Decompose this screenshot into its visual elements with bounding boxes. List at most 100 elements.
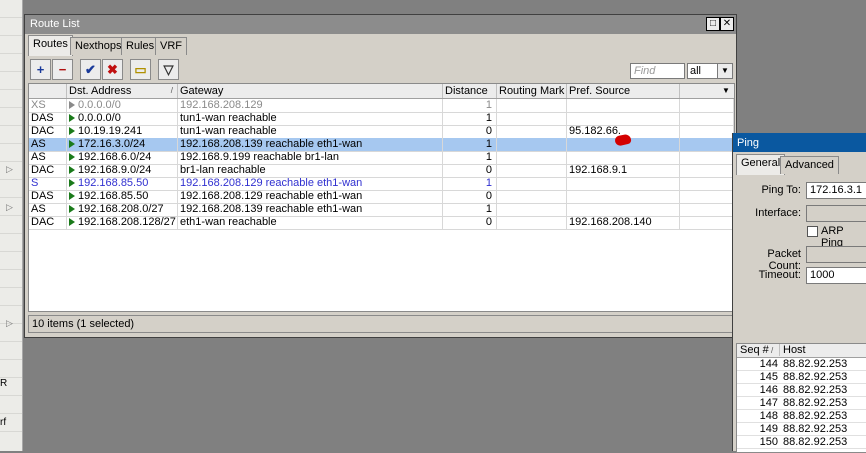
disable-icon[interactable]: ✖ — [102, 59, 123, 80]
background-row — [0, 252, 22, 270]
cell-mark — [497, 177, 567, 190]
tab-routes[interactable]: Routes — [28, 35, 73, 56]
remove-icon[interactable]: − — [52, 59, 73, 80]
cell-dst: 192.168.208.0/27 — [67, 203, 178, 216]
route-flag-icon — [69, 101, 75, 109]
column-header-dst[interactable]: Dst. Address / — [67, 84, 178, 98]
cell-gw: 192.168.208.129 reachable eth1-wan — [178, 190, 443, 203]
ping-titlebar[interactable]: Ping — [733, 133, 866, 152]
sort-icon: / — [170, 86, 173, 95]
column-header-routing-mark[interactable]: Routing Mark — [497, 84, 567, 98]
table-row[interactable]: XS 0.0.0.0/0 192.168.208.129 1 — [29, 99, 734, 113]
ping-to-label: Ping To: — [761, 184, 801, 196]
cell-pad — [680, 99, 734, 112]
ping-result-row[interactable]: 149 88.82.92.253 — [737, 423, 866, 436]
restore-icon[interactable]: □ — [706, 17, 720, 31]
route-flag-icon — [69, 179, 75, 187]
cell-mark — [497, 151, 567, 164]
expand-arrow-icon[interactable]: ▷ — [6, 318, 13, 329]
expand-arrow-icon[interactable]: ▷ — [6, 202, 13, 213]
add-icon[interactable]: + — [30, 59, 51, 80]
interface-select[interactable] — [806, 205, 866, 222]
ping-to-input[interactable]: 172.16.3.1 — [806, 182, 866, 199]
ping-result-row[interactable]: 150 88.82.92.253 — [737, 436, 866, 449]
table-row[interactable]: DAC 192.168.9.0/24 br1-lan reachable 0 192.1… — [29, 164, 734, 178]
background-row — [0, 180, 22, 198]
cell-pref — [567, 177, 680, 190]
cell-gw: 192.168.208.139 reachable eth1-wan — [178, 138, 443, 151]
column-header-pref-source[interactable]: Pref. Source — [567, 84, 680, 98]
background-row — [0, 216, 22, 234]
ping-result-row[interactable]: 148 88.82.92.253 — [737, 410, 866, 423]
packet-count-input[interactable] — [806, 246, 866, 263]
route-flag-icon — [69, 192, 75, 200]
background-row — [0, 18, 22, 36]
column-header-seq[interactable]: Seq # / — [740, 344, 780, 356]
cell-pad — [680, 125, 734, 138]
table-row[interactable]: DAC 192.168.208.128/27 eth1-wan reachable 0… — [29, 216, 734, 230]
column-header-flags[interactable] — [29, 84, 67, 98]
column-menu-icon[interactable]: ▼ — [718, 84, 734, 98]
cell-dst: 192.168.85.50 — [67, 177, 178, 190]
ping-result-row[interactable]: 145 88.82.92.253 — [737, 371, 866, 384]
table-row[interactable]: AS 192.168.6.0/24 192.168.9.199 reachable … — [29, 151, 734, 165]
table-row[interactable]: DAS 192.168.85.50 192.168.208.129 reachabl… — [29, 190, 734, 204]
tab-advanced[interactable]: Advanced — [780, 156, 839, 174]
cell-pref — [567, 203, 680, 216]
cell-gw: eth1-wan reachable — [178, 216, 443, 229]
arp-ping-checkbox[interactable] — [807, 226, 818, 237]
ping-window-title: Ping — [737, 137, 760, 149]
window-title: Route List — [30, 18, 80, 30]
cell-pref — [567, 112, 680, 125]
background-list-strip: ▷ ▷ ▷ R rf — [0, 0, 23, 451]
cell-dist: 0 — [443, 216, 497, 229]
close-icon[interactable]: ✕ — [720, 17, 734, 31]
background-row — [0, 342, 22, 360]
cell-flags: DAS — [29, 112, 67, 125]
cell-mark — [497, 125, 567, 138]
ping-results-table: Seq # / Host 144 88.82.92.253 145 88.82.92.… — [736, 343, 866, 453]
tab-general[interactable]: General — [736, 154, 786, 175]
column-header-distance[interactable]: Distance — [443, 84, 497, 98]
column-header-gateway[interactable]: Gateway — [178, 84, 443, 98]
background-row — [0, 144, 22, 162]
filter-icon[interactable]: ▽ — [158, 59, 179, 80]
interface-label: Interface: — [755, 207, 801, 219]
table-row[interactable]: AS 192.168.208.0/27 192.168.208.139 reacha… — [29, 203, 734, 217]
host-cell: 88.82.92.253 — [783, 384, 848, 396]
window-titlebar[interactable]: Route List □ ✕ — [25, 15, 736, 34]
find-input[interactable]: Find — [630, 63, 685, 79]
cell-flags: AS — [29, 138, 67, 151]
tab-nexthops[interactable]: Nexthops — [70, 37, 127, 55]
column-header-host[interactable]: Host — [781, 344, 861, 356]
cell-gw: br1-lan reachable — [178, 164, 443, 177]
background-row — [0, 0, 22, 18]
ping-result-row[interactable]: 147 88.82.92.253 — [737, 397, 866, 410]
enable-icon[interactable]: ✔ — [80, 59, 101, 80]
seq-cell: 149 — [759, 423, 778, 435]
expand-arrow-icon[interactable]: ▷ — [6, 164, 13, 175]
cell-flags: DAS — [29, 190, 67, 203]
background-row — [0, 54, 22, 72]
dst-address-text: 192.168.85.50 — [78, 190, 149, 202]
tab-rules[interactable]: Rules — [121, 37, 160, 55]
cell-dist: 1 — [443, 138, 497, 151]
dst-address-text: 192.168.208.0/27 — [78, 203, 164, 215]
filter-select[interactable]: all ▼ — [687, 63, 733, 79]
ping-result-row[interactable]: 146 88.82.92.253 — [737, 384, 866, 397]
status-bar: 10 items (1 selected) — [28, 315, 736, 333]
tab-vrf[interactable]: VRF — [155, 37, 187, 55]
comment-icon[interactable]: ▭ — [130, 59, 151, 80]
table-row[interactable]: DAS 0.0.0.0/0 tun1-wan reachable 1 — [29, 112, 734, 126]
timeout-input[interactable]: 1000 — [806, 267, 866, 284]
chevron-down-icon[interactable]: ▼ — [717, 64, 732, 78]
dst-address-text: 0.0.0.0/0 — [78, 112, 121, 124]
cell-pref — [567, 99, 680, 112]
table-row[interactable]: S 192.168.85.50 192.168.208.129 reachable … — [29, 177, 734, 191]
cell-pad — [680, 138, 734, 151]
cell-dst: 172.16.3.0/24 — [67, 138, 178, 151]
ping-result-row[interactable]: 144 88.82.92.253 — [737, 358, 866, 371]
host-cell: 88.82.92.253 — [783, 423, 848, 435]
host-cell: 88.82.92.253 — [783, 397, 848, 409]
cell-gw: tun1-wan reachable — [178, 125, 443, 138]
